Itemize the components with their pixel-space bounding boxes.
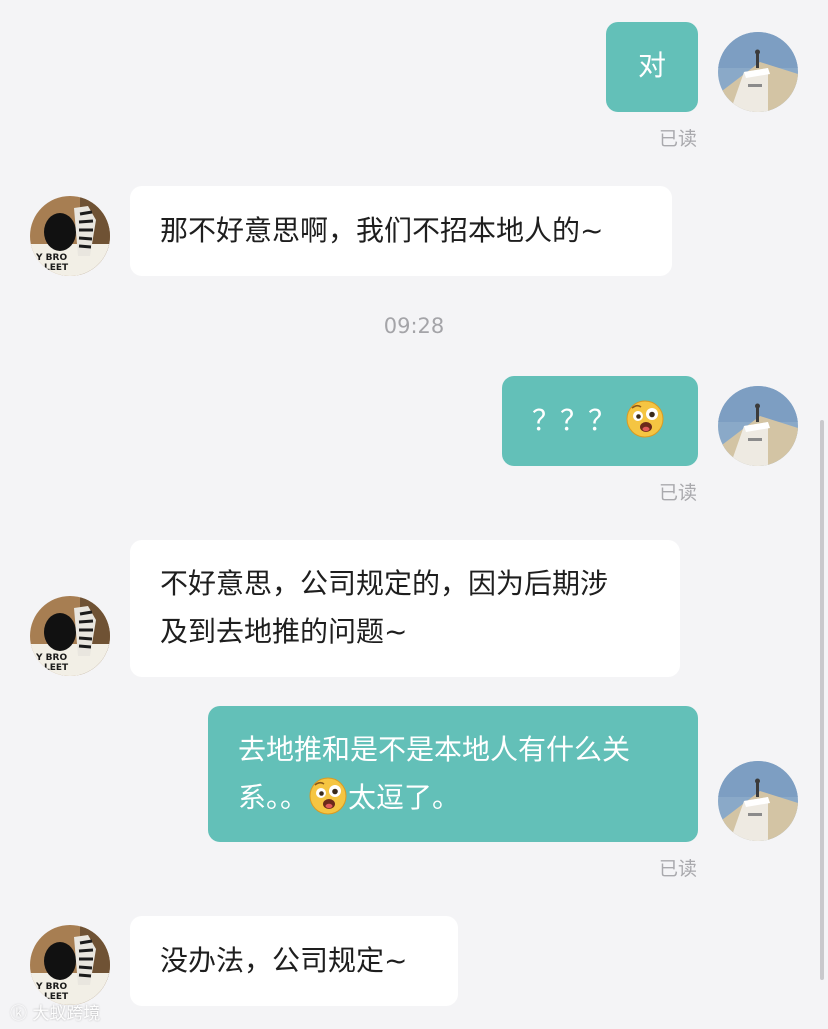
watermark-text: 大蚁跨境 — [32, 1004, 101, 1024]
watermark: ⓚ 大蚁跨境 — [10, 1004, 100, 1024]
dizzy-face-emoji-icon — [625, 399, 665, 439]
message-text: 那不好意思啊，我们不招本地人的~ — [160, 214, 604, 247]
message-text: ？？？ — [532, 404, 617, 437]
message-text-line: 去地推和是不是本地人有什么关 — [238, 733, 631, 766]
message-text: 系。。 — [238, 781, 309, 814]
contact-avatar[interactable] — [30, 196, 110, 276]
incoming-message-bubble[interactable]: 那不好意思啊，我们不招本地人的~ — [130, 186, 672, 276]
outgoing-message-bubble[interactable]: 对 — [606, 22, 698, 112]
contact-avatar[interactable] — [30, 596, 110, 676]
message-text-line: 及到去地推的问题~ — [160, 615, 408, 648]
message-text: 太逗了。 — [348, 781, 461, 814]
contact-avatar[interactable] — [30, 925, 110, 1005]
dizzy-face-emoji-icon — [308, 776, 348, 816]
outgoing-message-bubble[interactable]: ？？？ — [502, 376, 698, 466]
message-text: 对 — [637, 49, 666, 82]
watermark-logo-icon: ⓚ — [10, 1004, 33, 1024]
message-text-line: 系。。 太逗了。 — [238, 774, 668, 822]
message-list[interactable]: 对 已读 那不好意思啊，我们不招本地人的~ 09:28 ？？？ 已读 不好意思，… — [0, 0, 828, 1029]
self-avatar[interactable] — [718, 386, 798, 466]
outgoing-message-bubble[interactable]: 去地推和是不是本地人有什么关 系。。 太逗了。 — [208, 706, 698, 842]
self-avatar[interactable] — [718, 32, 798, 112]
scrollbar[interactable] — [820, 420, 824, 980]
read-receipt: 已读 — [659, 858, 698, 880]
incoming-message-bubble[interactable]: 没办法，公司规定~ — [130, 916, 458, 1006]
read-receipt: 已读 — [659, 482, 698, 504]
self-avatar[interactable] — [718, 761, 798, 841]
read-receipt: 已读 — [659, 128, 698, 150]
message-text: 没办法，公司规定~ — [160, 944, 408, 977]
message-text-line: 不好意思，公司规定的，因为后期涉 — [160, 567, 609, 600]
incoming-message-bubble[interactable]: 不好意思，公司规定的，因为后期涉 及到去地推的问题~ — [130, 540, 680, 677]
timestamp: 09:28 — [383, 314, 445, 338]
